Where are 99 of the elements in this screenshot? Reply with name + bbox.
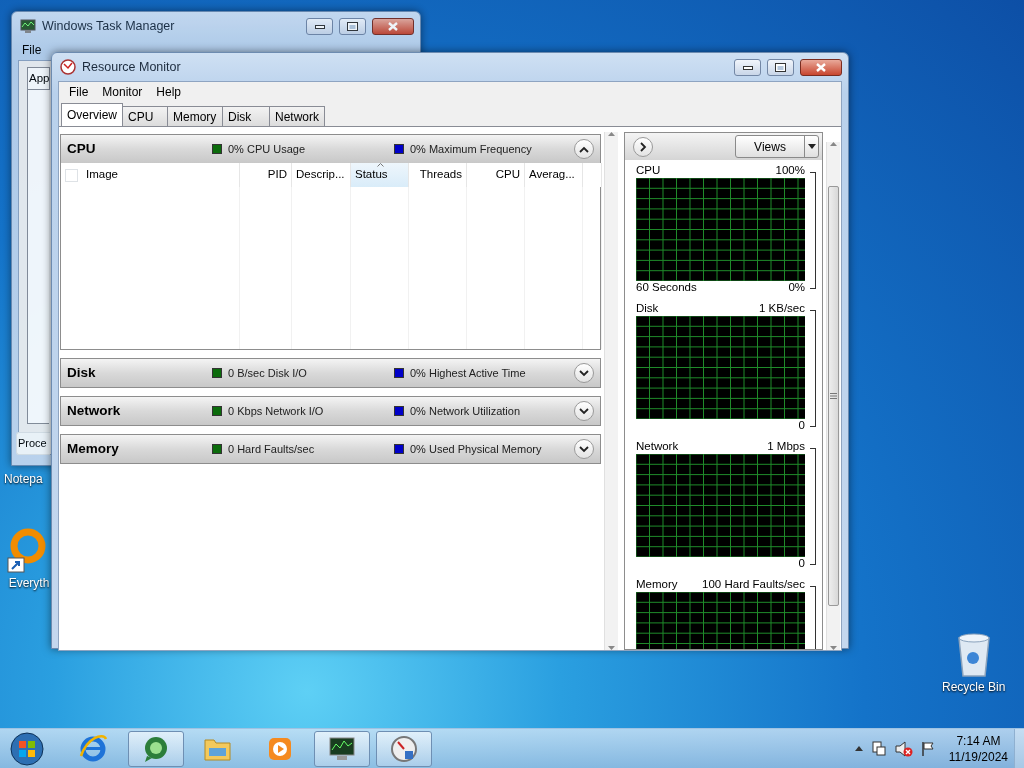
- window-title: Windows Task Manager: [42, 17, 176, 35]
- windows-logo-icon: [10, 731, 44, 766]
- tab[interactable]: Network: [269, 106, 325, 126]
- chevron-up-icon: [579, 145, 589, 153]
- scroll-up-icon[interactable]: [608, 132, 615, 136]
- chevron-down-icon: [579, 407, 589, 415]
- scrollbar[interactable]: [826, 142, 840, 650]
- close-button[interactable]: [800, 58, 842, 76]
- scroll-down-icon[interactable]: [608, 646, 615, 650]
- graph-scale-min: 0: [798, 418, 805, 434]
- sort-caret-icon: [377, 163, 384, 167]
- metric-label: 0 Hard Faults/sec: [228, 441, 315, 457]
- column-header[interactable]: Status: [351, 163, 409, 187]
- clock[interactable]: 7:14 AM 11/19/2024: [948, 732, 1008, 765]
- graph-scale-min: 0%: [788, 280, 805, 296]
- chevron-right-icon: [639, 141, 647, 152]
- select-all-checkbox[interactable]: [65, 168, 78, 182]
- section-title: CPU: [67, 139, 97, 158]
- clock-date: 11/19/2024: [948, 748, 1008, 765]
- maximize-icon: [347, 21, 358, 31]
- tab[interactable]: Overview: [61, 103, 123, 126]
- scroll-down-icon[interactable]: [830, 646, 837, 650]
- window-title: Resource Monitor: [82, 58, 182, 76]
- clock-time: 7:14 AM: [956, 732, 1001, 749]
- section-header[interactable]: Network 0 Kbps Network I/O 0% Network Utilization: [61, 397, 600, 425]
- section-header[interactable]: CPU 0% CPU Usage 0% Maximum Frequency: [61, 135, 600, 163]
- scroll-up-icon[interactable]: [830, 142, 837, 146]
- tab[interactable]: CPU: [122, 106, 168, 126]
- metric-label: 0 B/sec Disk I/O: [228, 365, 307, 381]
- expand-panel-button[interactable]: [633, 136, 653, 157]
- maximize-icon: [775, 62, 786, 72]
- close-icon: [388, 21, 398, 31]
- graph-scale-min: 0: [798, 556, 805, 572]
- gauge-icon: [60, 59, 76, 75]
- graph-footer: 60 Seconds: [636, 279, 697, 297]
- grip-icon: [830, 393, 837, 399]
- legend-swatch: [212, 406, 222, 416]
- tab[interactable]: App: [27, 67, 50, 90]
- collapse-button[interactable]: [574, 139, 594, 159]
- collapse-button[interactable]: [574, 401, 594, 421]
- browser-icon: [79, 733, 109, 764]
- legend-swatch: [212, 444, 222, 454]
- legend-swatch: [394, 368, 404, 378]
- menu-item[interactable]: Help: [150, 83, 188, 101]
- scrollbar[interactable]: [604, 132, 618, 650]
- dropdown-caret-icon: [807, 144, 816, 149]
- section-title: Network: [67, 401, 122, 420]
- menu-item[interactable]: Monitor: [96, 83, 149, 101]
- desktop-icon-label[interactable]: Recycle Bin: [942, 678, 1006, 696]
- graph-title: CPU: [636, 163, 661, 179]
- graph-scale-max: 100%: [775, 163, 805, 179]
- graph-title: Memory: [636, 577, 678, 593]
- speaker-muted-icon[interactable]: [894, 740, 913, 757]
- network-icon[interactable]: [870, 740, 887, 757]
- tab[interactable]: Memory: [167, 106, 223, 126]
- metric-label: 0% Network Utilization: [410, 403, 521, 419]
- taskbar-button[interactable]: [314, 730, 370, 767]
- section-header[interactable]: Disk 0 B/sec Disk I/O 0% Highest Active Time: [61, 359, 600, 387]
- graph-scale-max: 1 KB/sec: [758, 301, 805, 317]
- gauge-icon: [389, 733, 419, 764]
- maximize-button[interactable]: [767, 58, 794, 76]
- legend-swatch: [212, 144, 222, 154]
- section-title: Memory: [67, 439, 120, 458]
- section-header[interactable]: Memory 0 Hard Faults/sec 0% Used Physical Memory: [61, 435, 600, 463]
- graph-title: Network: [636, 439, 679, 455]
- tab[interactable]: Disk: [222, 106, 270, 126]
- chevron-down-icon: [579, 369, 589, 377]
- minimize-button[interactable]: [306, 17, 333, 35]
- collapse-button[interactable]: [574, 363, 594, 383]
- column-label: Image: [86, 167, 118, 183]
- menu-item[interactable]: File: [63, 83, 95, 101]
- graph-scale-max: 1 Mbps: [767, 439, 805, 455]
- flag-icon[interactable]: [920, 740, 935, 757]
- section-title: Disk: [67, 363, 97, 382]
- metric-label: 0 Kbps Network I/O: [228, 403, 324, 419]
- legend-swatch: [394, 444, 404, 454]
- scroll-thumb[interactable]: [828, 186, 839, 606]
- minimize-icon: [314, 23, 325, 29]
- process-button[interactable]: Proce: [16, 432, 50, 455]
- chevron-down-icon: [579, 445, 589, 453]
- show-hidden-icons-icon[interactable]: [854, 746, 863, 751]
- metric-label: 0% CPU Usage: [228, 141, 306, 157]
- collapse-button[interactable]: [574, 439, 594, 459]
- views-button[interactable]: Views: [735, 135, 819, 158]
- monitor-icon: [20, 19, 36, 33]
- minimize-icon: [742, 64, 753, 70]
- graph-scale-max: 100 Hard Faults/sec: [702, 577, 805, 593]
- legend-swatch: [394, 144, 404, 154]
- metric-label: 0% Used Physical Memory: [410, 441, 542, 457]
- metric-label: 0% Maximum Frequency: [410, 141, 532, 157]
- close-icon: [816, 62, 826, 72]
- legend-swatch: [212, 368, 222, 378]
- graph-title: Disk: [636, 301, 659, 317]
- minimize-button[interactable]: [734, 58, 761, 76]
- close-button[interactable]: [372, 17, 414, 35]
- legend-swatch: [394, 406, 404, 416]
- metric-label: 0% Highest Active Time: [410, 365, 526, 381]
- menu-item[interactable]: File: [16, 41, 48, 59]
- maximize-button[interactable]: [339, 17, 366, 35]
